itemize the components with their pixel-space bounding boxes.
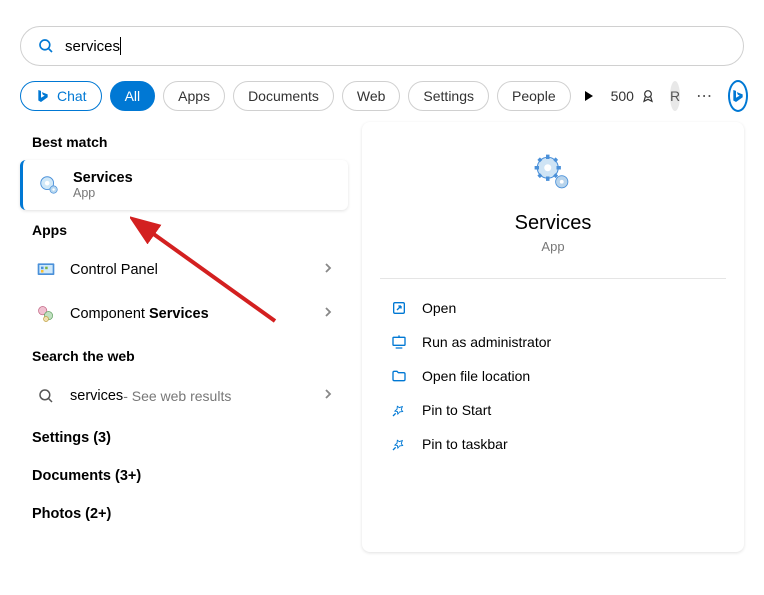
shield-admin-icon [390,333,408,351]
action-pin-taskbar[interactable]: Pin to taskbar [380,427,726,461]
services-gear-icon-large [532,152,574,194]
best-match-result[interactable]: Services App [20,160,348,210]
tab-people[interactable]: People [497,81,571,111]
services-gear-icon [37,173,61,197]
chevron-right-icon [322,388,334,404]
apps-header: Apps [20,210,348,248]
result-web-search[interactable]: services - See web results [20,374,348,418]
bing-chat-icon [35,88,51,104]
action-open[interactable]: Open [380,291,726,325]
category-photos[interactable]: Photos (2+) [20,494,348,532]
search-query-text: services [65,38,120,55]
bing-icon [730,88,746,104]
tabs-row: Chat All Apps Documents Web Settings Peo… [0,66,764,122]
pin-icon [390,401,408,419]
chat-label: Chat [57,88,87,104]
bing-button[interactable] [728,80,748,112]
control-panel-icon [34,258,58,282]
tab-all[interactable]: All [110,81,156,111]
detail-subtitle: App [541,239,564,254]
best-match-header: Best match [20,122,348,160]
action-open-location[interactable]: Open file location [380,359,726,393]
tab-settings[interactable]: Settings [408,81,489,111]
ellipsis-icon: ⋯ [696,88,712,105]
action-label: Open [422,300,456,316]
web-result-term: services [70,388,123,404]
search-bar[interactable]: services [20,26,744,66]
best-match-title: Services [73,170,133,186]
tab-web[interactable]: Web [342,81,401,111]
rewards-medal-icon [640,88,656,104]
tab-settings-label: Settings [423,88,474,104]
tab-documents-label: Documents [248,88,319,104]
play-triangle-icon [583,90,595,102]
category-documents[interactable]: Documents (3+) [20,456,348,494]
action-label: Open file location [422,368,530,384]
tab-all-label: All [125,88,141,104]
rewards-indicator[interactable]: 500 [611,88,656,104]
chat-button[interactable]: Chat [20,81,102,111]
action-run-admin[interactable]: Run as administrator [380,325,726,359]
detail-panel: Services App Open Run as administrator O… [362,122,744,552]
tab-apps[interactable]: Apps [163,81,225,111]
content-area: Best match Services App Apps Control Pan… [0,122,764,552]
user-avatar[interactable]: R [670,81,680,111]
search-web-header: Search the web [20,336,348,374]
action-label: Pin to Start [422,402,491,418]
action-label: Run as administrator [422,334,551,350]
web-result-suffix: - See web results [123,388,231,404]
more-tabs-button[interactable] [583,86,595,106]
action-label: Pin to taskbar [422,436,508,452]
tab-documents[interactable]: Documents [233,81,334,111]
tab-web-label: Web [357,88,386,104]
component-services-icon [34,302,58,326]
action-pin-start[interactable]: Pin to Start [380,393,726,427]
detail-title: Services [515,212,592,235]
folder-icon [390,367,408,385]
results-panel: Best match Services App Apps Control Pan… [20,122,348,552]
avatar-initial: R [670,88,680,104]
category-settings[interactable]: Settings (3) [20,418,348,456]
open-icon [390,299,408,317]
rewards-points: 500 [611,88,634,104]
chevron-right-icon [322,262,334,278]
result-component-services[interactable]: Component Services [20,292,348,336]
pin-icon [390,435,408,453]
search-icon [34,384,58,408]
tab-apps-label: Apps [178,88,210,104]
search-icon [37,37,55,55]
result-label: Component Services [70,306,209,322]
result-control-panel[interactable]: Control Panel [20,248,348,292]
best-match-subtitle: App [73,186,133,200]
more-options-button[interactable]: ⋯ [688,86,720,106]
detail-header: Services App [380,152,726,278]
tab-people-label: People [512,88,556,104]
chevron-right-icon [322,306,334,322]
result-label: Control Panel [70,262,158,278]
divider [380,278,726,279]
